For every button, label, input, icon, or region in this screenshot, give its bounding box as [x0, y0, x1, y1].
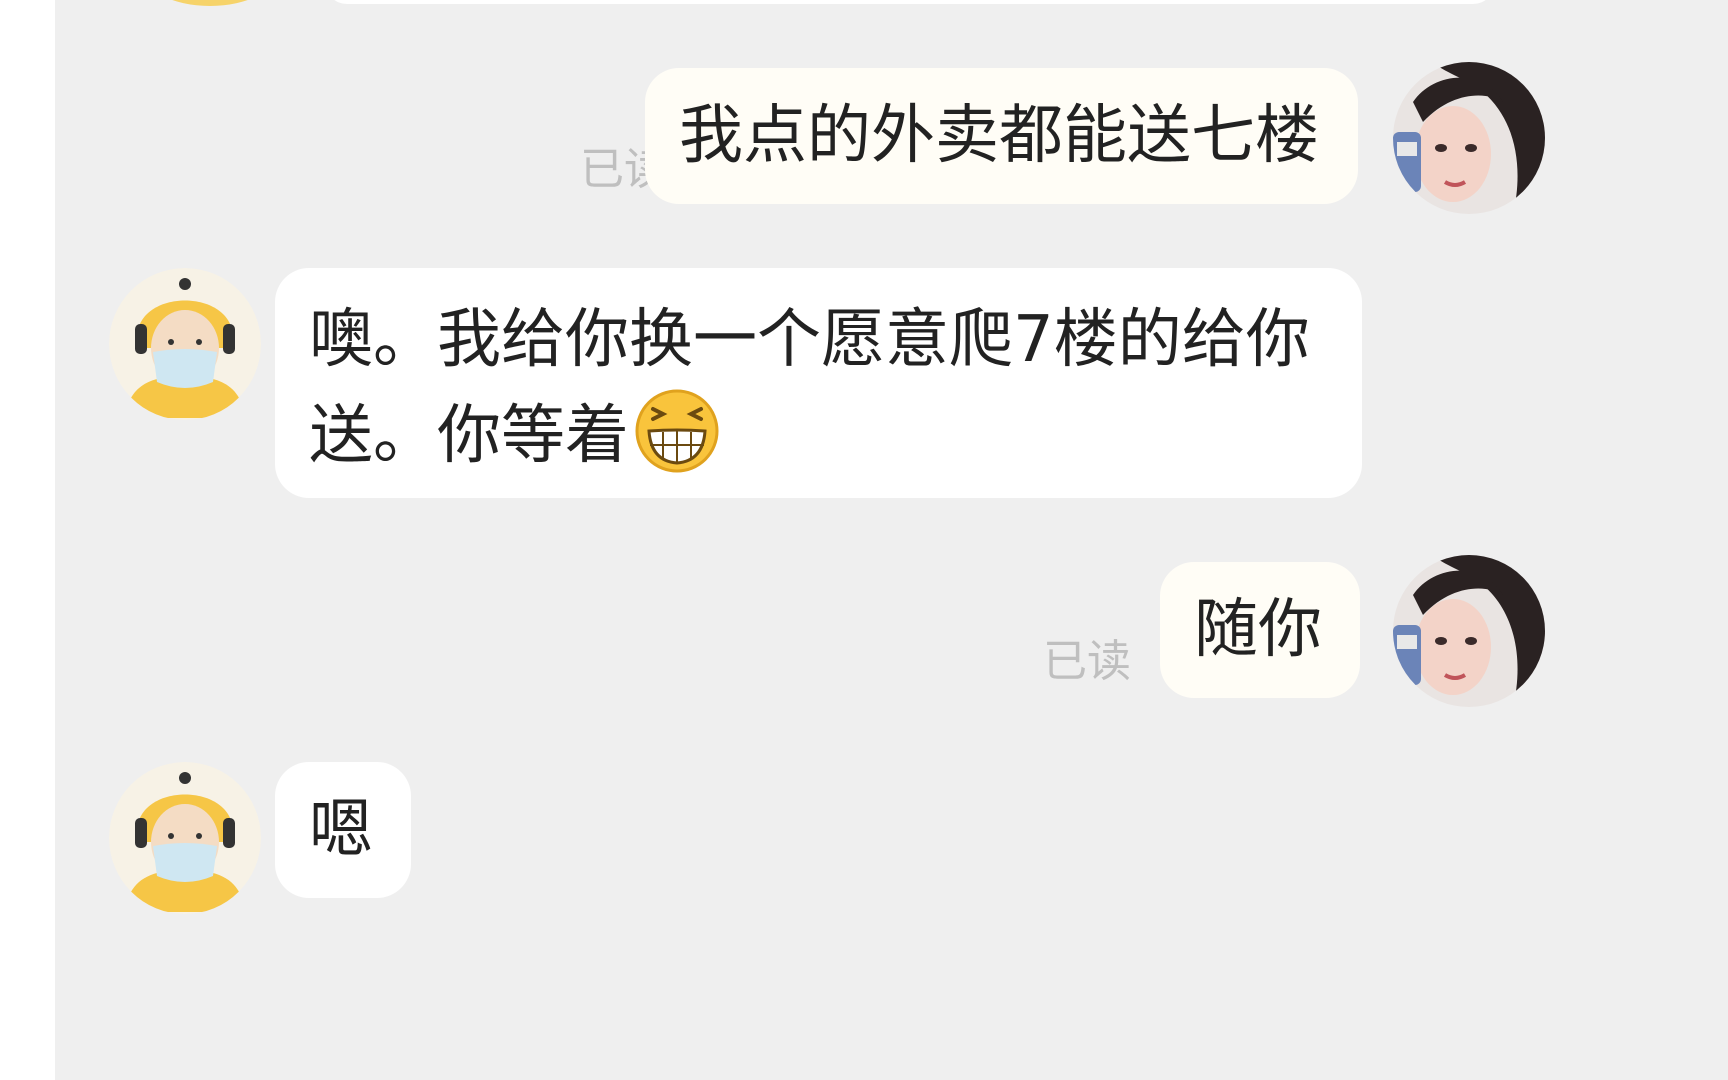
courier-avatar[interactable] — [109, 762, 261, 914]
courier-avatar[interactable] — [109, 268, 261, 420]
message-bubble-outgoing[interactable]: 随你 — [1160, 562, 1360, 698]
courier-avatar-partial[interactable] — [140, 0, 280, 6]
message-bubble-outgoing[interactable]: 我点的外卖都能送七楼 — [645, 68, 1358, 204]
user-avatar[interactable] — [1393, 62, 1545, 214]
message-text-line-1: 噢。我给你换一个愿意爬7楼的给你 — [309, 303, 1310, 377]
message-bubble-incoming[interactable]: 噢。我给你换一个愿意爬7楼的给你 送。你等着 — [275, 268, 1362, 498]
message-text: 随你 — [1194, 593, 1322, 667]
message-text: 嗯 — [309, 793, 373, 867]
message-bubble-partial[interactable] — [325, 0, 1495, 4]
message-text-line-2: 送。你等着 — [309, 399, 629, 473]
read-status: 已读 — [1043, 636, 1131, 687]
message-text: 我点的外卖都能送七楼 — [679, 99, 1319, 173]
user-avatar[interactable] — [1393, 555, 1545, 707]
message-bubble-incoming[interactable]: 嗯 — [275, 762, 411, 898]
chat-message-list[interactable]: 已读 我点的外卖都能送七楼 噢。我给你换一个愿意爬7楼的给你 送。你等着 已读 … — [55, 0, 1728, 1080]
grinning-face-emoji-icon — [635, 389, 719, 500]
